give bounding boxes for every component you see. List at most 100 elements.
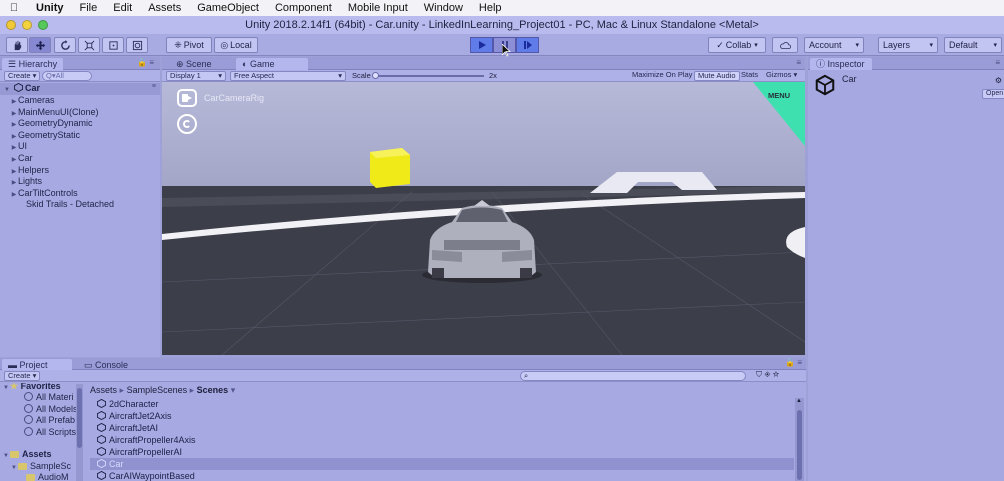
assets-child[interactable]: AudioM (26, 472, 69, 481)
gizmos-dropdown[interactable]: Gizmos ▾ (763, 71, 800, 81)
hierarchy-tab[interactable]: ☰ Hierarchy (2, 58, 64, 70)
hierarchy-item-geometrystatic[interactable]: ▶ GeometryStatic (10, 130, 80, 142)
project-search-input[interactable]: ⌕ (520, 371, 746, 381)
collab-dropdown[interactable]: ✓ Collab ▾ (708, 37, 766, 53)
expand-triangle-icon[interactable]: ▼ (2, 451, 10, 463)
favorite-item[interactable]: All Materi (24, 392, 74, 404)
scene-options-icon[interactable]: ≡ (152, 83, 156, 90)
reset-icon[interactable] (177, 114, 197, 134)
panel-menu-icon[interactable]: ≡ (796, 58, 801, 67)
list-item[interactable]: 2dCharacter (97, 398, 159, 410)
panel-menu-icon[interactable]: ≡ (995, 58, 1000, 67)
minimize-window-button[interactable] (22, 20, 32, 30)
favorite-item[interactable]: All Prefab (24, 415, 75, 427)
list-item-selected[interactable]: Car (90, 458, 794, 470)
panel-menu-icon[interactable]: 🔒 ≡ (785, 358, 802, 367)
list-item[interactable]: CarAIWaypointBased (97, 470, 195, 481)
scene-root-row[interactable]: ▼ Car ≡ (0, 82, 160, 95)
scale-slider-thumb[interactable] (372, 72, 379, 79)
hierarchy-item-cartiltcontrols[interactable]: ▶ CarTiltControls (10, 188, 78, 200)
hierarchy-item-ui[interactable]: ▶ UI (10, 141, 27, 153)
close-window-button[interactable] (6, 20, 16, 30)
collapsed-triangle-icon[interactable]: ▶ (10, 190, 18, 202)
list-item[interactable]: AircraftJet2Axis (97, 410, 172, 422)
scrollbar-thumb[interactable] (77, 388, 82, 448)
settings-icon[interactable]: ⚙ (995, 76, 1002, 85)
display-label: Display 1 (170, 71, 201, 80)
list-item[interactable]: AircraftPropeller4Axis (97, 434, 196, 446)
assets-child[interactable]: ▼ SampleSc (10, 461, 71, 473)
breadcrumb-item[interactable]: Assets (90, 385, 117, 395)
hierarchy-item-mainmenuui[interactable]: ▶ MainMenuUI(Clone) (10, 107, 99, 119)
zoom-window-button[interactable] (38, 20, 48, 30)
menu-mobile-input[interactable]: Mobile Input (340, 2, 416, 14)
panel-menu-icon[interactable]: 🔒 ≡ (137, 58, 154, 67)
hierarchy-item-lights[interactable]: ▶ Lights (10, 176, 42, 188)
assets-header[interactable]: ▼ Assets (2, 449, 52, 461)
hierarchy-item-label: Car (18, 153, 33, 163)
unity-logo-icon (815, 74, 835, 96)
menu-help[interactable]: Help (471, 2, 510, 14)
layers-dropdown[interactable]: Layers ▾ (878, 37, 938, 53)
display-dropdown[interactable]: Display 1 ▾ (166, 71, 226, 81)
hierarchy-item-car[interactable]: ▶ Car (10, 153, 33, 165)
scale-tool-icon[interactable] (78, 37, 100, 53)
layout-dropdown[interactable]: Default ▾ (944, 37, 1002, 53)
aspect-dropdown[interactable]: Free Aspect ▾ (230, 71, 346, 81)
game-viewport[interactable]: CarCameraRig MENU (162, 82, 805, 355)
maximize-on-play-toggle[interactable]: Maximize On Play (629, 71, 695, 81)
chevron-right-icon: ▸ (119, 385, 127, 395)
breadcrumb-item[interactable]: SampleScenes (127, 385, 188, 395)
open-prefab-button[interactable]: Open (982, 89, 1004, 99)
hierarchy-item-geometrydynamic[interactable]: ▶ GeometryDynamic (10, 118, 93, 130)
hierarchy-item-label: GeometryStatic (18, 129, 81, 140)
rotate-tool-icon[interactable] (54, 37, 76, 53)
expand-triangle-icon[interactable]: ▼ (10, 463, 18, 475)
scroll-up-icon[interactable]: ▲ (796, 398, 802, 404)
menu-app-unity[interactable]: Unity (28, 2, 72, 14)
filter-icons[interactable]: ⛉ ◈ ☆ (756, 370, 779, 380)
hierarchy-item-label: UI (18, 141, 27, 152)
camera-switch-icon[interactable] (177, 89, 197, 107)
move-tool-icon[interactable] (29, 37, 51, 53)
tab-game[interactable]: ◐ Game (236, 58, 308, 70)
menu-window[interactable]: Window (416, 2, 471, 14)
account-dropdown[interactable]: Account ▾ (804, 37, 864, 53)
hierarchy-item-helpers[interactable]: ▶ Helpers (10, 165, 49, 177)
hand-tool-icon[interactable] (6, 37, 28, 53)
scrollbar-thumb[interactable] (797, 410, 802, 480)
step-button[interactable] (516, 37, 539, 53)
cloud-services-button[interactable] (772, 37, 798, 53)
apple-logo-icon[interactable]:  (0, 2, 28, 14)
list-item[interactable]: AircraftJetAI (97, 422, 158, 434)
expand-triangle-icon[interactable]: ▼ (2, 383, 10, 395)
scale-slider[interactable] (372, 72, 484, 79)
menu-edit[interactable]: Edit (105, 2, 140, 14)
transform-tool-icon[interactable] (126, 37, 148, 53)
tab-scene[interactable]: ⊕ Scene (170, 58, 218, 70)
hierarchy-item-skidtrails[interactable]: Skid Trails - Detached (18, 199, 114, 211)
file-list-scrollbar[interactable]: ▲ (795, 398, 804, 481)
menu-file[interactable]: File (72, 2, 106, 14)
breadcrumb-item[interactable]: Scenes (197, 385, 229, 395)
list-item[interactable]: AircraftPropellerAI (97, 446, 182, 458)
play-button[interactable] (470, 37, 493, 53)
folder-tree-scrollbar[interactable] (76, 384, 83, 481)
favorite-item[interactable]: All Scripts (24, 426, 76, 439)
hierarchy-item-cameras[interactable]: ▶ Cameras (10, 95, 55, 107)
stats-toggle[interactable]: Stats (738, 71, 761, 81)
menu-label[interactable]: MENU (768, 91, 790, 100)
mute-audio-toggle[interactable]: Mute Audio (694, 71, 740, 81)
inspector-tab[interactable]: ⓘ Inspector (810, 58, 872, 70)
traffic-lights (6, 20, 48, 30)
menu-component[interactable]: Component (267, 2, 340, 14)
menu-gameobject[interactable]: GameObject (189, 2, 267, 14)
menu-assets[interactable]: Assets (140, 2, 189, 14)
pivot-toggle-button[interactable]: ⁜ Pivot (166, 37, 212, 53)
hierarchy-create-dropdown[interactable]: Create ▾ (4, 71, 41, 81)
favorite-item[interactable]: All Models (24, 403, 78, 416)
project-create-dropdown[interactable]: Create ▾ (4, 371, 41, 381)
hierarchy-search-input[interactable]: Q▾All (42, 71, 92, 81)
local-toggle-button[interactable]: ◎ Local (214, 37, 258, 53)
rect-tool-icon[interactable] (102, 37, 124, 53)
